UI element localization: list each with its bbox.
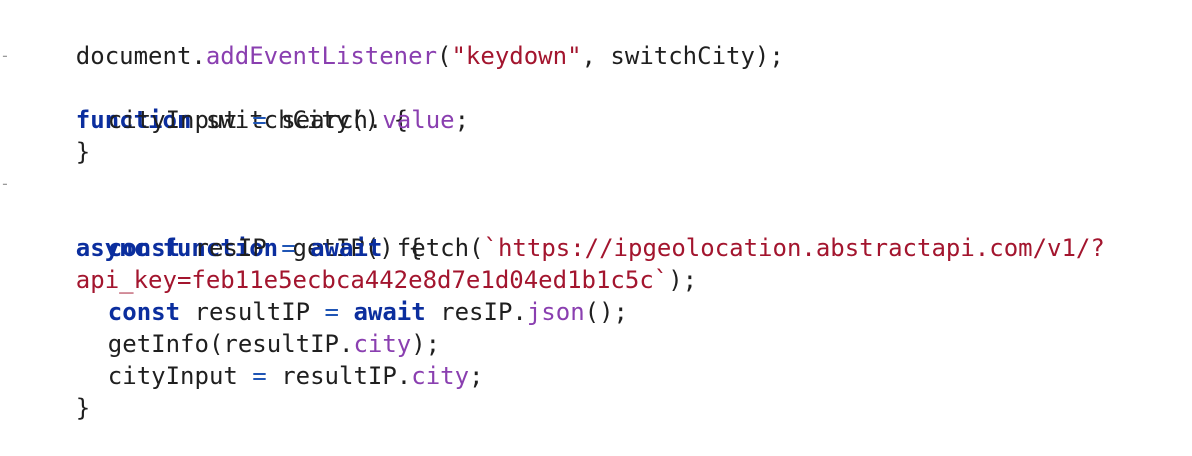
code-line-3: cityInput = search.value; <box>0 72 1192 134</box>
code-line-1: document.addEventListener("keydown", swi… <box>0 8 1192 70</box>
code-line-8: const resultIP = await resIP.json(); <box>0 264 1192 326</box>
code-editor[interactable]: document.addEventListener("keydown", swi… <box>0 8 1192 422</box>
code-line-7-wrap: api_key=feb11e5ecbca442e8d7e1d04ed1b1c5c… <box>0 232 1192 294</box>
code-line-4: } <box>0 104 1192 166</box>
code-line-10: cityInput = resultIP.city; <box>0 328 1192 390</box>
code-line-7: const resIP = await fetch(`https://ipgeo… <box>0 200 1192 262</box>
fold-toggle-icon[interactable]: - <box>0 168 10 200</box>
code-line-2: - function switchCity() { <box>0 40 1192 134</box>
code-line-9: getInfo(resultIP.city); <box>0 296 1192 358</box>
fold-toggle-icon[interactable]: - <box>0 40 10 72</box>
code-line-11: } <box>0 360 1192 422</box>
code-token: } <box>75 394 91 422</box>
code-line-6: - async function getIP() { <box>0 168 1192 262</box>
